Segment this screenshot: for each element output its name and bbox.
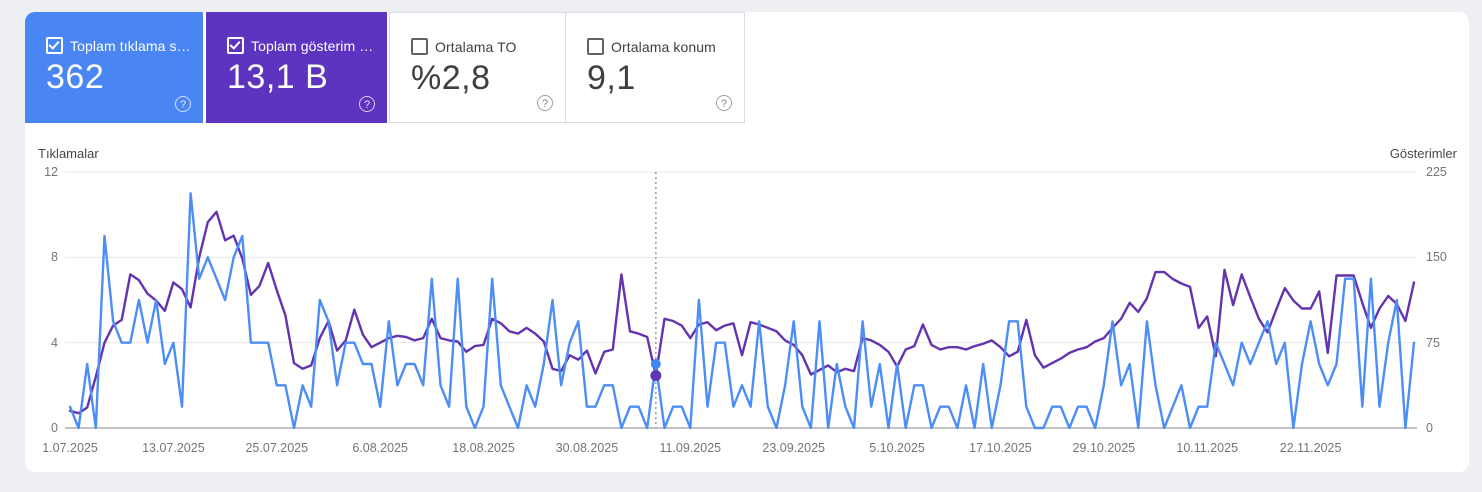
- x-axis-date-label: 13.07.2025: [142, 441, 205, 455]
- hover-dot-impressions: [650, 370, 662, 382]
- x-axis-date-label: 5.10.2025: [869, 441, 925, 455]
- right-axis-tick-label: 225: [1426, 165, 1447, 179]
- x-axis-date-label: 18.08.2025: [452, 441, 515, 455]
- x-axis-date-label: 11.09.2025: [659, 441, 722, 455]
- impressions-line[interactable]: [68, 210, 1416, 415]
- x-axis-date-label: 6.08.2025: [352, 441, 408, 455]
- x-axis-date-label: 30.08.2025: [555, 441, 619, 455]
- left-axis-tick-label: 4: [51, 335, 58, 350]
- x-axis-date-label: 10.11.2025: [1176, 441, 1239, 455]
- right-axis-tick-label: 150: [1426, 250, 1447, 265]
- x-axis-date-label: 29.10.2025: [1072, 441, 1136, 455]
- x-axis-date-label: 22.11.2025: [1279, 441, 1342, 455]
- search-console-performance-page: { "icons": { "help_glyph": "?" }, "cards…: [0, 0, 1482, 492]
- performance-chart[interactable]: [0, 0, 1482, 492]
- clicks-line[interactable]: [68, 192, 1416, 430]
- x-axis-date-label: 25.07.2025: [245, 441, 309, 455]
- left-axis-tick-label: 0: [51, 421, 58, 435]
- x-axis-date-label: 17.10.2025: [969, 441, 1032, 455]
- x-axis-date-label: 1.07.2025: [42, 441, 98, 455]
- left-axis-tick-label: 8: [51, 250, 58, 265]
- x-axis-date-label: 23.09.2025: [762, 441, 825, 455]
- right-axis-tick-label: 75: [1426, 335, 1440, 350]
- left-axis-tick-label: 12: [44, 165, 58, 179]
- hover-dot-clicks: [650, 359, 661, 369]
- right-axis-tick-label: 0: [1426, 421, 1433, 435]
